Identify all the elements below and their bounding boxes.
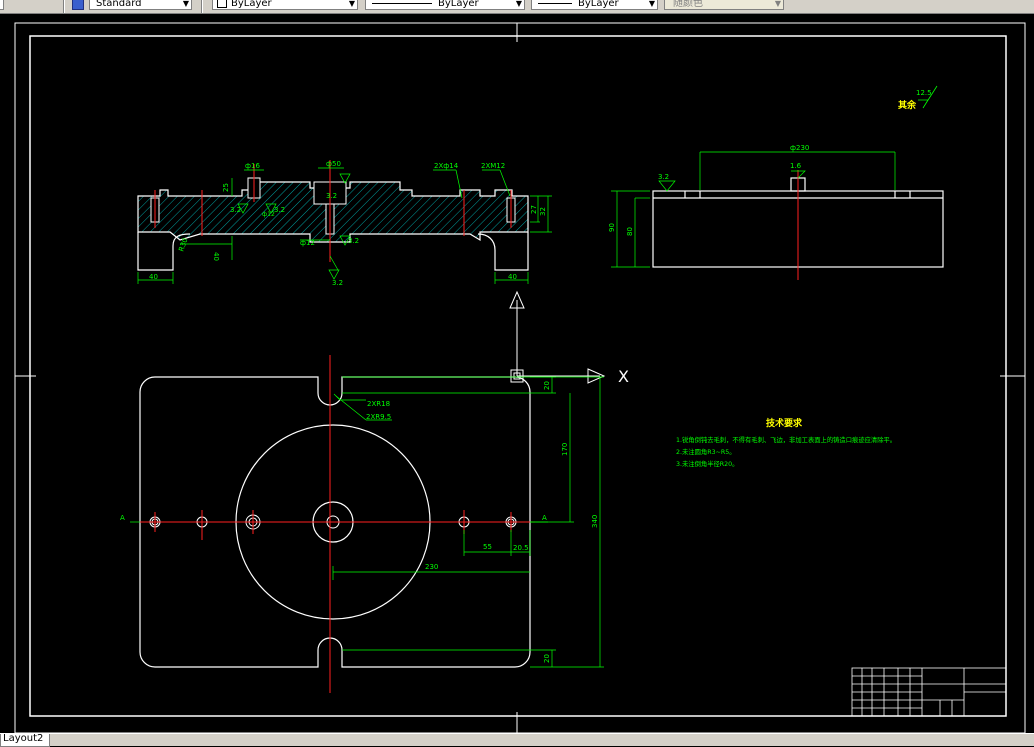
dim-text: 3.2 bbox=[326, 192, 337, 200]
dim-text: 40 bbox=[508, 273, 517, 281]
chevron-down-icon: ▼ bbox=[182, 0, 189, 8]
chevron-down-icon: ▼ bbox=[348, 0, 355, 8]
color-select[interactable]: ByLayer ▼ bbox=[212, 0, 358, 10]
tab-layout2[interactable]: Layout2 bbox=[0, 733, 51, 747]
linetype-preview-icon bbox=[372, 2, 432, 4]
dim-text: 3.2 bbox=[274, 206, 285, 214]
dim-text: 170 bbox=[561, 443, 569, 456]
section-view: 40 40 40 R30 32 27 ф16 ф50 2Xф14 2XM12 2… bbox=[137, 160, 552, 287]
dim-text: 27 bbox=[530, 205, 538, 214]
dim-text: 32 bbox=[539, 207, 547, 216]
lineweight-value: ByLayer bbox=[578, 0, 619, 9]
dim-text: 55 bbox=[483, 543, 492, 551]
side-view: ф230 1.6 90 80 3.2 bbox=[608, 144, 944, 280]
dim-text: 3.2 bbox=[332, 279, 343, 287]
dim-text: 2XR9.5 bbox=[366, 413, 391, 421]
text-style-icon[interactable] bbox=[72, 0, 84, 10]
title-block bbox=[851, 667, 1007, 717]
dim-text: ф12 bbox=[262, 211, 275, 218]
text-style-value: Standard bbox=[96, 0, 142, 9]
dim-text: 340 bbox=[591, 515, 599, 528]
chevron-down-icon: ▼ bbox=[648, 0, 655, 8]
dim-text: ф16 bbox=[245, 162, 260, 170]
linetype-value: ByLayer bbox=[438, 0, 479, 9]
tech-title: 技术要求 bbox=[766, 417, 803, 429]
ucs-icon bbox=[509, 290, 606, 384]
toolbar-separator bbox=[201, 0, 203, 13]
dim-text: ф230 bbox=[790, 144, 809, 152]
dim-text: 230 bbox=[425, 563, 438, 571]
roughness-value: 12.5 bbox=[916, 89, 932, 97]
color-swatch-icon bbox=[217, 0, 227, 8]
dim-text: 80 bbox=[626, 227, 634, 236]
dim-text: 20.5 bbox=[513, 544, 529, 552]
technical-requirements: 技术要求 1.锐角倒钝去毛刺，不得有毛刺、飞边，非加工表面上的铸造口痕迹应清除平… bbox=[676, 417, 896, 468]
dim-text: 40 bbox=[149, 273, 158, 281]
lineweight-select[interactable]: ByLayer ▼ bbox=[531, 0, 658, 10]
toolbar-separator bbox=[63, 0, 65, 13]
dim-text: 90 bbox=[608, 223, 616, 232]
dim-text: 2Xф14 bbox=[434, 162, 459, 170]
roughness-label: 其余 bbox=[898, 99, 917, 111]
prev-combo-fragment[interactable] bbox=[0, 0, 4, 10]
color-value: ByLayer bbox=[231, 0, 272, 9]
dim-text: 2XR18 bbox=[367, 400, 390, 408]
dim-text: 20 bbox=[543, 381, 551, 390]
chevron-down-icon: ▼ bbox=[515, 0, 522, 8]
dim-text: 2XM12 bbox=[481, 162, 505, 170]
dim-text: 3.2 bbox=[230, 206, 241, 214]
dim-text: 25 bbox=[222, 183, 230, 192]
tab-label: Layout2 bbox=[3, 733, 44, 744]
text-style-select[interactable]: Standard ▼ bbox=[89, 0, 192, 10]
section-marker: A bbox=[120, 514, 125, 522]
plot-style-select[interactable]: 随颜色 ▼ bbox=[664, 0, 784, 10]
tech-line: 2.未注圆角R3~R5。 bbox=[676, 447, 736, 456]
tech-line: 1.锐角倒钝去毛刺，不得有毛刺、飞边，非加工表面上的铸造口痕迹应清除平。 bbox=[676, 435, 896, 444]
dim-text: ф50 bbox=[326, 160, 341, 168]
dim-text: 40 bbox=[212, 252, 220, 261]
ucs-axis-label: X bbox=[618, 367, 629, 386]
dim-text: 3.2 bbox=[658, 173, 669, 181]
linetype-select[interactable]: ByLayer ▼ bbox=[365, 0, 525, 10]
dim-text: ф12 bbox=[300, 239, 315, 247]
plan-view: X 2XR18 2XR9.5 20 170 340 55 20.5 230 20… bbox=[120, 290, 629, 693]
drawing-canvas[interactable]: 40 40 40 R30 32 27 ф16 ф50 2Xф14 2XM12 2… bbox=[0, 14, 1034, 733]
properties-toolbar: Standard ▼ ByLayer ▼ ByLayer ▼ ByLayer ▼… bbox=[0, 0, 1034, 14]
section-marker: A bbox=[542, 514, 547, 522]
roughness-note: 其余 12.5 bbox=[898, 85, 938, 111]
plot-style-value: 随颜色 bbox=[673, 0, 703, 9]
tech-line: 3.未注倒角半径R20。 bbox=[676, 459, 738, 468]
dim-text: 3.2 bbox=[348, 237, 359, 245]
layout-tab-strip: Layout2 bbox=[0, 733, 1034, 747]
lineweight-preview-icon bbox=[538, 2, 572, 4]
dim-text: 1.6 bbox=[790, 162, 802, 170]
chevron-down-icon: ▼ bbox=[774, 0, 781, 8]
dim-text: 20 bbox=[543, 654, 551, 663]
